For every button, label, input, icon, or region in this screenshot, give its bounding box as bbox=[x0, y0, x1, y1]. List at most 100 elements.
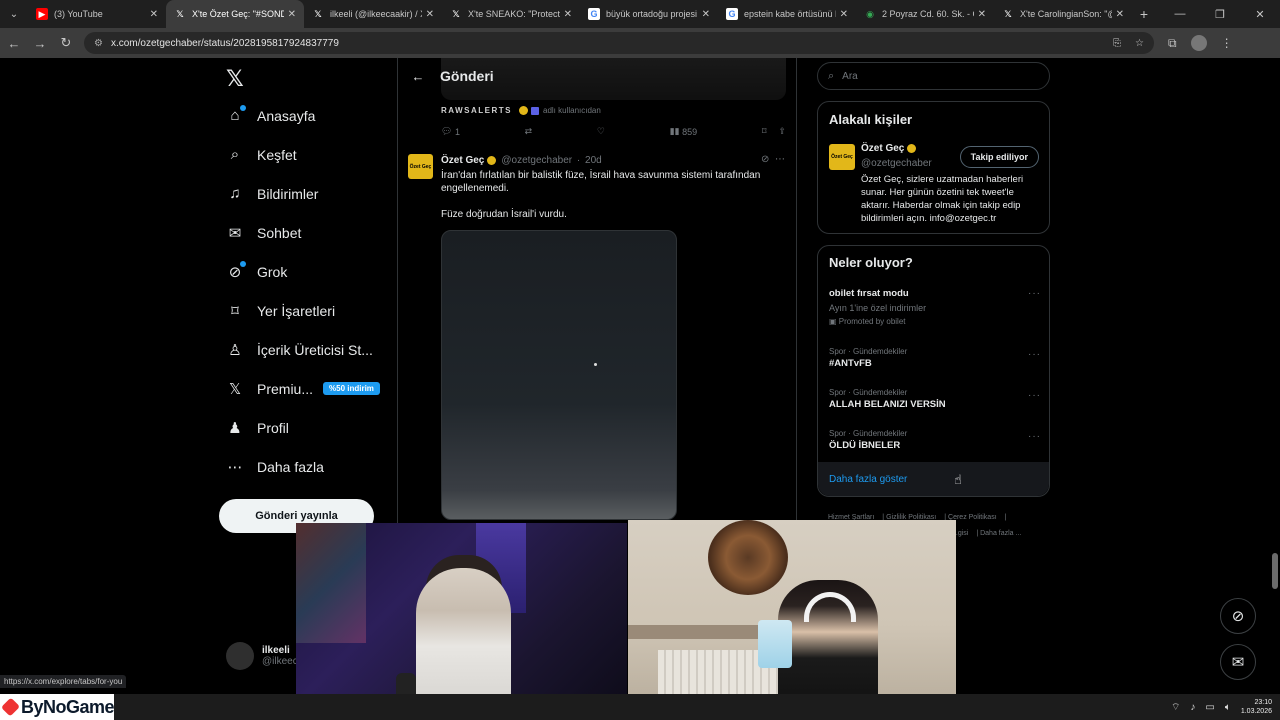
nav-item-grok[interactable]: ⊘ Grok bbox=[224, 252, 380, 291]
trend-more-icon[interactable]: ··· bbox=[1028, 288, 1041, 299]
grok-icon[interactable]: ⊘ bbox=[761, 154, 769, 165]
nav-item-bookmark[interactable]: ⌑ Yer İşaretleri bbox=[224, 291, 380, 330]
trend-item[interactable]: Spor · Gündemdekiler #ANTvFB ··· bbox=[829, 347, 1041, 369]
following-button[interactable]: Takip ediliyor bbox=[959, 146, 1039, 168]
minimize-button[interactable]: — bbox=[1160, 8, 1200, 20]
tab-close-icon[interactable]: ✕ bbox=[564, 9, 572, 20]
browser-tab[interactable]: 𝕏 X'te SNEAKO: "Protect Tu ✕ bbox=[442, 0, 580, 28]
trend-more-icon[interactable]: ··· bbox=[1028, 431, 1041, 442]
nav-item-more-circle[interactable]: ⋯ Daha fazla bbox=[224, 447, 380, 486]
tweet-author-handle[interactable]: @ozetgechaber bbox=[501, 155, 572, 166]
trend-item[interactable]: Spor · Gündemdekiler ÖLDÜ İBNELER ··· bbox=[829, 429, 1041, 451]
new-tab-button[interactable]: + bbox=[1132, 6, 1156, 22]
footer-link[interactable]: Daha fazla ... bbox=[980, 530, 1021, 537]
back-arrow-icon[interactable]: ← bbox=[400, 69, 436, 84]
browser-tab[interactable]: ◉ 2 Poyraz Cd. 60. Sk. - Goo ✕ bbox=[856, 0, 994, 28]
maximize-button[interactable]: ❐ bbox=[1200, 8, 1240, 21]
tab-close-icon[interactable]: ✕ bbox=[840, 9, 848, 20]
more-icon[interactable]: ⋯ bbox=[775, 154, 785, 165]
related-avatar[interactable]: Özet Geç bbox=[829, 144, 855, 170]
back-button[interactable]: ← bbox=[2, 36, 26, 51]
mic-icon[interactable]: ♪ bbox=[1190, 702, 1195, 713]
mail-icon: ✉ bbox=[228, 224, 242, 242]
extensions-icon[interactable]: ⧉ bbox=[1168, 36, 1177, 51]
tab-close-icon[interactable]: ✕ bbox=[1116, 9, 1124, 20]
taskbar: ⌔ ♪ ▭ 🔈︎ 23:10 1.03.2026 bbox=[114, 694, 1280, 720]
messages-fab-button[interactable]: ✉ bbox=[1220, 644, 1256, 680]
related-name[interactable]: Özet Geç bbox=[861, 143, 919, 154]
source-name[interactable]: RAWSALERTS bbox=[441, 106, 512, 115]
trend-name: obilet fırsat modu bbox=[829, 288, 909, 299]
tab-close-icon[interactable]: ✕ bbox=[426, 9, 434, 20]
tweet-time[interactable]: 20d bbox=[585, 155, 602, 166]
main-nav: ⌂ Anasayfa ⌕ Keşfet ♫ Bildirimler ✉ Sohbet ⊘ Grok… bbox=[224, 96, 380, 486]
tab-close-icon[interactable]: ✕ bbox=[150, 9, 158, 20]
search-placeholder: Ara bbox=[842, 70, 858, 82]
trend-more-icon[interactable]: ··· bbox=[1028, 390, 1041, 401]
network-icon[interactable]: ▭ bbox=[1205, 702, 1214, 713]
nav-item-creator[interactable]: ♙ İçerik Üreticisi St... bbox=[224, 330, 380, 369]
nav-item-home[interactable]: ⌂ Anasayfa bbox=[224, 96, 380, 135]
trend-item[interactable]: obilet fırsat modu Ayın 1'ine özel indir… bbox=[829, 286, 1041, 326]
trend-item[interactable]: Spor · Gündemdekiler ALLAH BELANIZI VERS… bbox=[829, 388, 1041, 410]
like-button[interactable]: ♡ bbox=[597, 126, 605, 137]
repost-button[interactable]: ⇄ bbox=[525, 126, 533, 137]
install-app-icon[interactable]: ⎘ bbox=[1113, 38, 1121, 49]
url-field[interactable]: ⚙ x.com/ozetgechaber/status/202819581792… bbox=[84, 32, 1154, 54]
close-window-button[interactable]: ✕ bbox=[1240, 8, 1280, 21]
forward-button[interactable]: → bbox=[28, 36, 52, 51]
more-circle-icon: ⋯ bbox=[227, 458, 243, 476]
webcam-right bbox=[628, 520, 956, 710]
trend-more-icon[interactable]: ··· bbox=[1028, 349, 1041, 360]
tab-search-button[interactable]: ⌄ bbox=[0, 0, 28, 28]
view-count: 859 bbox=[682, 126, 698, 137]
nav-label: Daha fazla bbox=[257, 458, 324, 475]
tweet-avatar[interactable]: Özet Geç bbox=[408, 154, 433, 179]
scrollbar-thumb[interactable] bbox=[1272, 553, 1278, 589]
reload-button[interactable]: ↻ bbox=[54, 35, 78, 51]
trend-category: Spor · Gündemdekiler bbox=[829, 388, 908, 397]
share-button[interactable]: ⇪ bbox=[778, 126, 786, 137]
nav-item-mail[interactable]: ✉ Sohbet bbox=[224, 213, 380, 252]
browser-tab[interactable]: 𝕏ilkeeli (@ilkeecaakir) / X ✕ bbox=[304, 0, 442, 28]
profile-avatar[interactable] bbox=[1190, 35, 1207, 51]
tweet-more-options[interactable]: ⊘ ⋯ bbox=[761, 154, 785, 165]
views-button[interactable]: ▮▮ 859 bbox=[670, 126, 697, 137]
grok-fab-button[interactable]: ⊘ bbox=[1220, 598, 1256, 634]
tab-close-icon[interactable]: ✕ bbox=[978, 9, 986, 20]
address-bar: ← → ↻ ⚙ x.com/ozetgechaber/status/202819… bbox=[0, 28, 1280, 58]
nav-item-profile[interactable]: ♟ Profil bbox=[224, 408, 380, 447]
tab-close-icon[interactable]: ✕ bbox=[702, 9, 710, 20]
nav-item-bell[interactable]: ♫ Bildirimler bbox=[224, 174, 380, 213]
browser-tab[interactable]: 𝕏 X'te Özet Geç: "#SONDAK ✕ bbox=[166, 0, 304, 28]
account-switcher[interactable]: ilkeeli @ilkeec bbox=[226, 642, 298, 670]
trend-name: #ANTvFB bbox=[829, 358, 872, 369]
clock[interactable]: 23:10 1.03.2026 bbox=[1241, 698, 1272, 716]
show-more-link[interactable]: Daha fazla göster bbox=[818, 462, 1049, 496]
nav-item-x-premium[interactable]: 𝕏 Premiu... %50 indirim bbox=[224, 369, 380, 408]
nav-label: İçerik Üreticisi St... bbox=[257, 341, 373, 358]
tab-title: büyük ortadoğu projesi h bbox=[606, 9, 698, 19]
volume-icon[interactable]: 🔈︎ bbox=[1225, 702, 1231, 713]
search-input[interactable]: ⌕ Ara bbox=[817, 62, 1050, 90]
tab-title: X'te Özet Geç: "#SONDAK bbox=[192, 9, 284, 19]
nav-item-search[interactable]: ⌕ Keşfet bbox=[224, 135, 380, 174]
page-title: Gönderi bbox=[440, 68, 494, 84]
site-info-icon[interactable]: ⚙ bbox=[94, 38, 103, 49]
browser-tab[interactable]: 𝕏 X'te CarolingianSon: "@E ✕ bbox=[994, 0, 1132, 28]
browser-tab[interactable]: ▶ (3) YouTube ✕ bbox=[28, 0, 166, 28]
tab-title: epstein kabe örtüsünü kin bbox=[744, 9, 836, 19]
wifi-icon[interactable]: ⌔ bbox=[1171, 701, 1180, 714]
menu-icon[interactable]: ⋮ bbox=[1221, 36, 1233, 50]
reply-button[interactable]: 💬︎ 1 bbox=[441, 126, 460, 137]
related-handle[interactable]: @ozetgechaber bbox=[861, 158, 932, 169]
browser-tab[interactable]: Gepstein kabe örtüsünü kin ✕ bbox=[718, 0, 856, 28]
x-logo[interactable]: 𝕏 bbox=[226, 66, 244, 92]
nav-label: Bildirimler bbox=[257, 185, 319, 202]
browser-tab[interactable]: Gbüyük ortadoğu projesi h ✕ bbox=[580, 0, 718, 28]
bookmark-star-icon[interactable]: ☆ bbox=[1135, 38, 1144, 49]
tab-close-icon[interactable]: ✕ bbox=[288, 9, 296, 20]
tweet-author-name[interactable]: Özet Geç bbox=[441, 155, 484, 166]
tweet-video[interactable] bbox=[441, 230, 677, 520]
bookmark-button[interactable]: ⌑ bbox=[762, 126, 767, 137]
